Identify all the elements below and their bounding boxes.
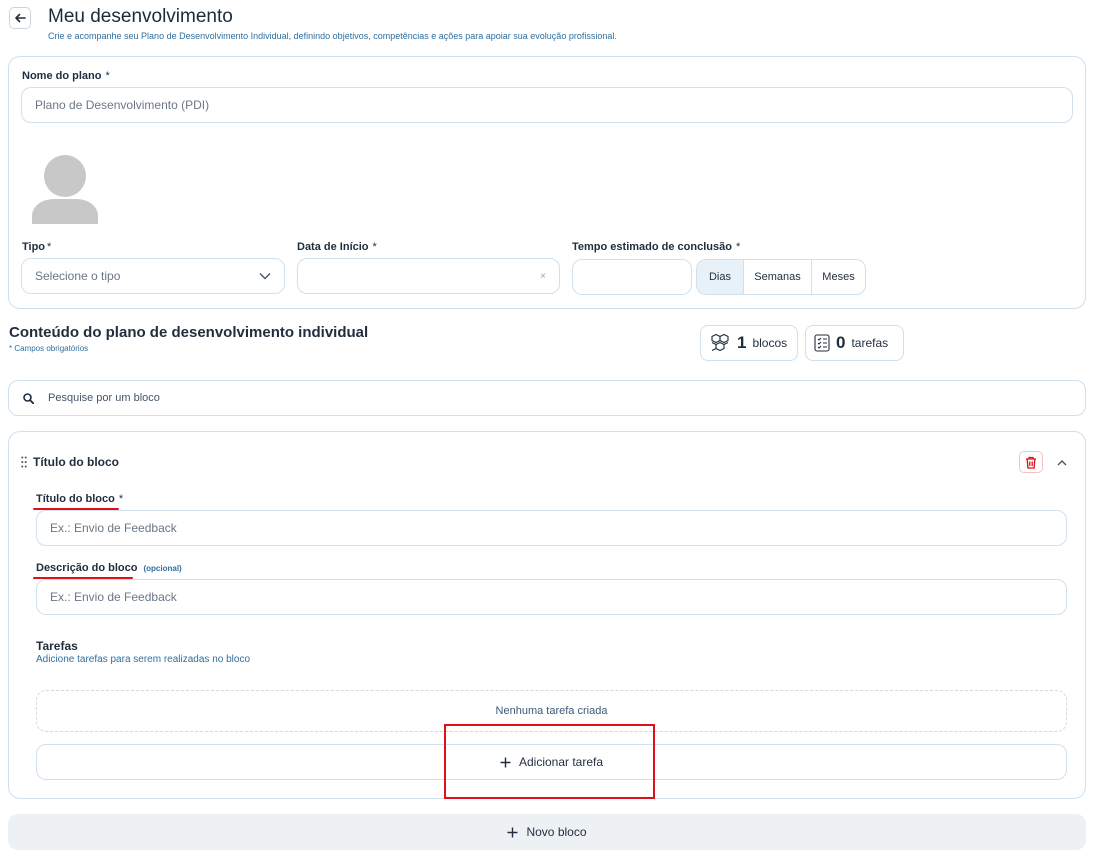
tasks-count: 0: [836, 333, 846, 352]
blocks-word: blocos: [752, 336, 788, 350]
search-icon: [23, 392, 34, 404]
duration-unit-toggle: Dias Semanas Meses: [696, 259, 866, 295]
plan-name-value: Plano de Desenvolvimento (PDI): [35, 98, 210, 112]
block-header-title: Título do bloco: [33, 455, 119, 469]
no-tasks-text: Nenhuma tarefa criada: [495, 705, 608, 717]
search-placeholder: Pesquise por um bloco: [48, 392, 160, 404]
unit-months[interactable]: Meses: [811, 260, 865, 294]
arrow-left-icon: [15, 13, 26, 23]
new-block-button[interactable]: Novo bloco: [8, 814, 1086, 850]
new-block-label: Novo bloco: [526, 825, 587, 839]
required-note: * Campos obrigatórios: [9, 344, 89, 353]
start-date-input[interactable]: ×: [297, 258, 560, 294]
tasks-subtitle: Adicione tarefas para serem realizadas n…: [36, 654, 251, 665]
page-subtitle: Crie e acompanhe seu Plano de Desenvolvi…: [48, 31, 617, 41]
block-search-input[interactable]: Pesquise por um bloco: [8, 380, 1086, 416]
unit-days[interactable]: Dias: [697, 260, 743, 294]
checklist-icon: [814, 334, 830, 352]
cubes-icon: [711, 333, 729, 352]
delete-block-button[interactable]: [1019, 451, 1043, 473]
trash-icon: [1026, 456, 1036, 469]
chevron-down-icon: [259, 273, 271, 280]
blocks-counter: 1 blocos: [700, 325, 798, 361]
block-desc-placeholder: Ex.: Envio de Feedback: [50, 590, 177, 604]
type-select[interactable]: Selecione o tipo: [21, 258, 285, 294]
avatar-placeholder[interactable]: [32, 154, 98, 224]
unit-weeks[interactable]: Semanas: [743, 260, 811, 294]
tasks-word: tarefas: [851, 336, 889, 350]
plan-name-label: Nome do plano *: [22, 70, 110, 82]
block-desc-label: Descrição do bloco (opcional): [36, 562, 182, 574]
duration-label: Tempo estimado de conclusão *: [572, 241, 741, 253]
duration-input[interactable]: [572, 259, 692, 295]
page-title: Meu desenvolvimento: [48, 6, 233, 27]
block-title-input[interactable]: Ex.: Envio de Feedback: [36, 510, 1067, 546]
tasks-counter: 0 tarefas: [805, 325, 904, 361]
block-desc-input[interactable]: Ex.: Envio de Feedback: [36, 579, 1067, 615]
content-title: Conteúdo do plano de desenvolvimento ind…: [9, 324, 369, 341]
block-title-label: Título do bloco *: [36, 493, 124, 505]
chevron-up-icon[interactable]: [1057, 459, 1067, 466]
plus-icon: [507, 827, 518, 837]
optional-tag: (opcional): [143, 564, 182, 573]
highlight-annotation-box: [444, 724, 655, 799]
tasks-title: Tarefas: [36, 639, 78, 653]
blocks-count: 1: [737, 333, 747, 352]
type-select-value: Selecione o tipo: [35, 269, 121, 283]
clear-date-icon[interactable]: ×: [540, 271, 546, 282]
drag-handle-icon[interactable]: [21, 456, 27, 468]
back-button[interactable]: [9, 7, 31, 29]
block-title-placeholder: Ex.: Envio de Feedback: [50, 521, 177, 535]
plan-name-input[interactable]: Plano de Desenvolvimento (PDI): [21, 87, 1073, 123]
type-label: Tipo *: [22, 241, 52, 253]
start-date-label: Data de Início *: [297, 241, 377, 253]
